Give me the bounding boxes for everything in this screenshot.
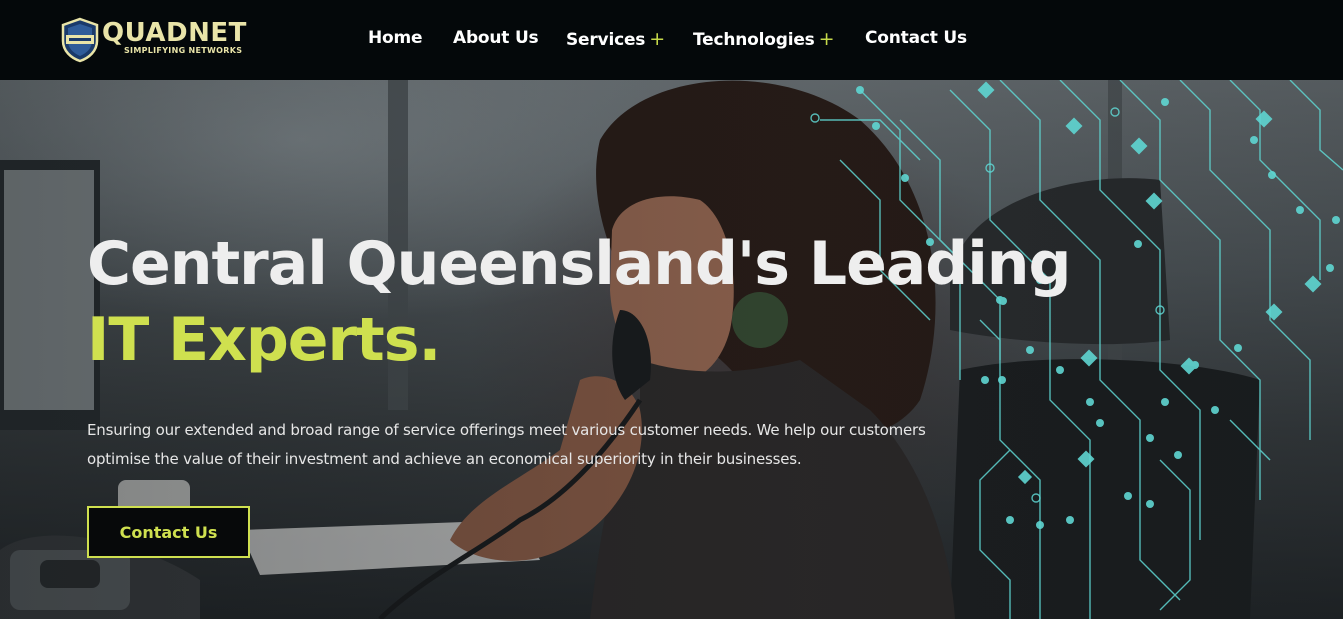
- nav-services[interactable]: Services +: [566, 28, 665, 50]
- nav-about-us[interactable]: About Us: [453, 28, 539, 48]
- hero-section: Central Queensland's Leading IT Experts.…: [0, 80, 1343, 619]
- nav-home[interactable]: Home: [368, 28, 423, 48]
- contact-us-button[interactable]: Contact Us: [87, 506, 250, 558]
- nav-about-us-label: About Us: [453, 28, 539, 48]
- plus-icon[interactable]: +: [819, 28, 835, 50]
- nav-technologies[interactable]: Technologies +: [693, 28, 835, 50]
- nav-home-label: Home: [368, 28, 423, 48]
- nav-services-label: Services: [566, 30, 646, 50]
- shield-logo-icon: [61, 17, 99, 63]
- nav-technologies-label: Technologies: [693, 30, 815, 50]
- hero-headline-line2: IT Experts.: [87, 305, 441, 375]
- brand-logo[interactable]: QUADNET SIMPLIFYING NETWORKS: [60, 17, 250, 65]
- nav-contact-us[interactable]: Contact Us: [865, 28, 967, 48]
- hero-lead-text: Ensuring our extended and broad range of…: [87, 421, 926, 468]
- site-header: QUADNET SIMPLIFYING NETWORKS Home About …: [0, 0, 1343, 80]
- brand-name: QUADNET: [102, 18, 247, 48]
- nav-contact-us-label: Contact Us: [865, 28, 967, 48]
- hero-headline: Central Queensland's Leading IT Experts.: [87, 226, 1071, 378]
- brand-tagline: SIMPLIFYING NETWORKS: [124, 46, 243, 55]
- plus-icon[interactable]: +: [649, 28, 665, 50]
- hero-headline-line1: Central Queensland's Leading: [87, 229, 1071, 299]
